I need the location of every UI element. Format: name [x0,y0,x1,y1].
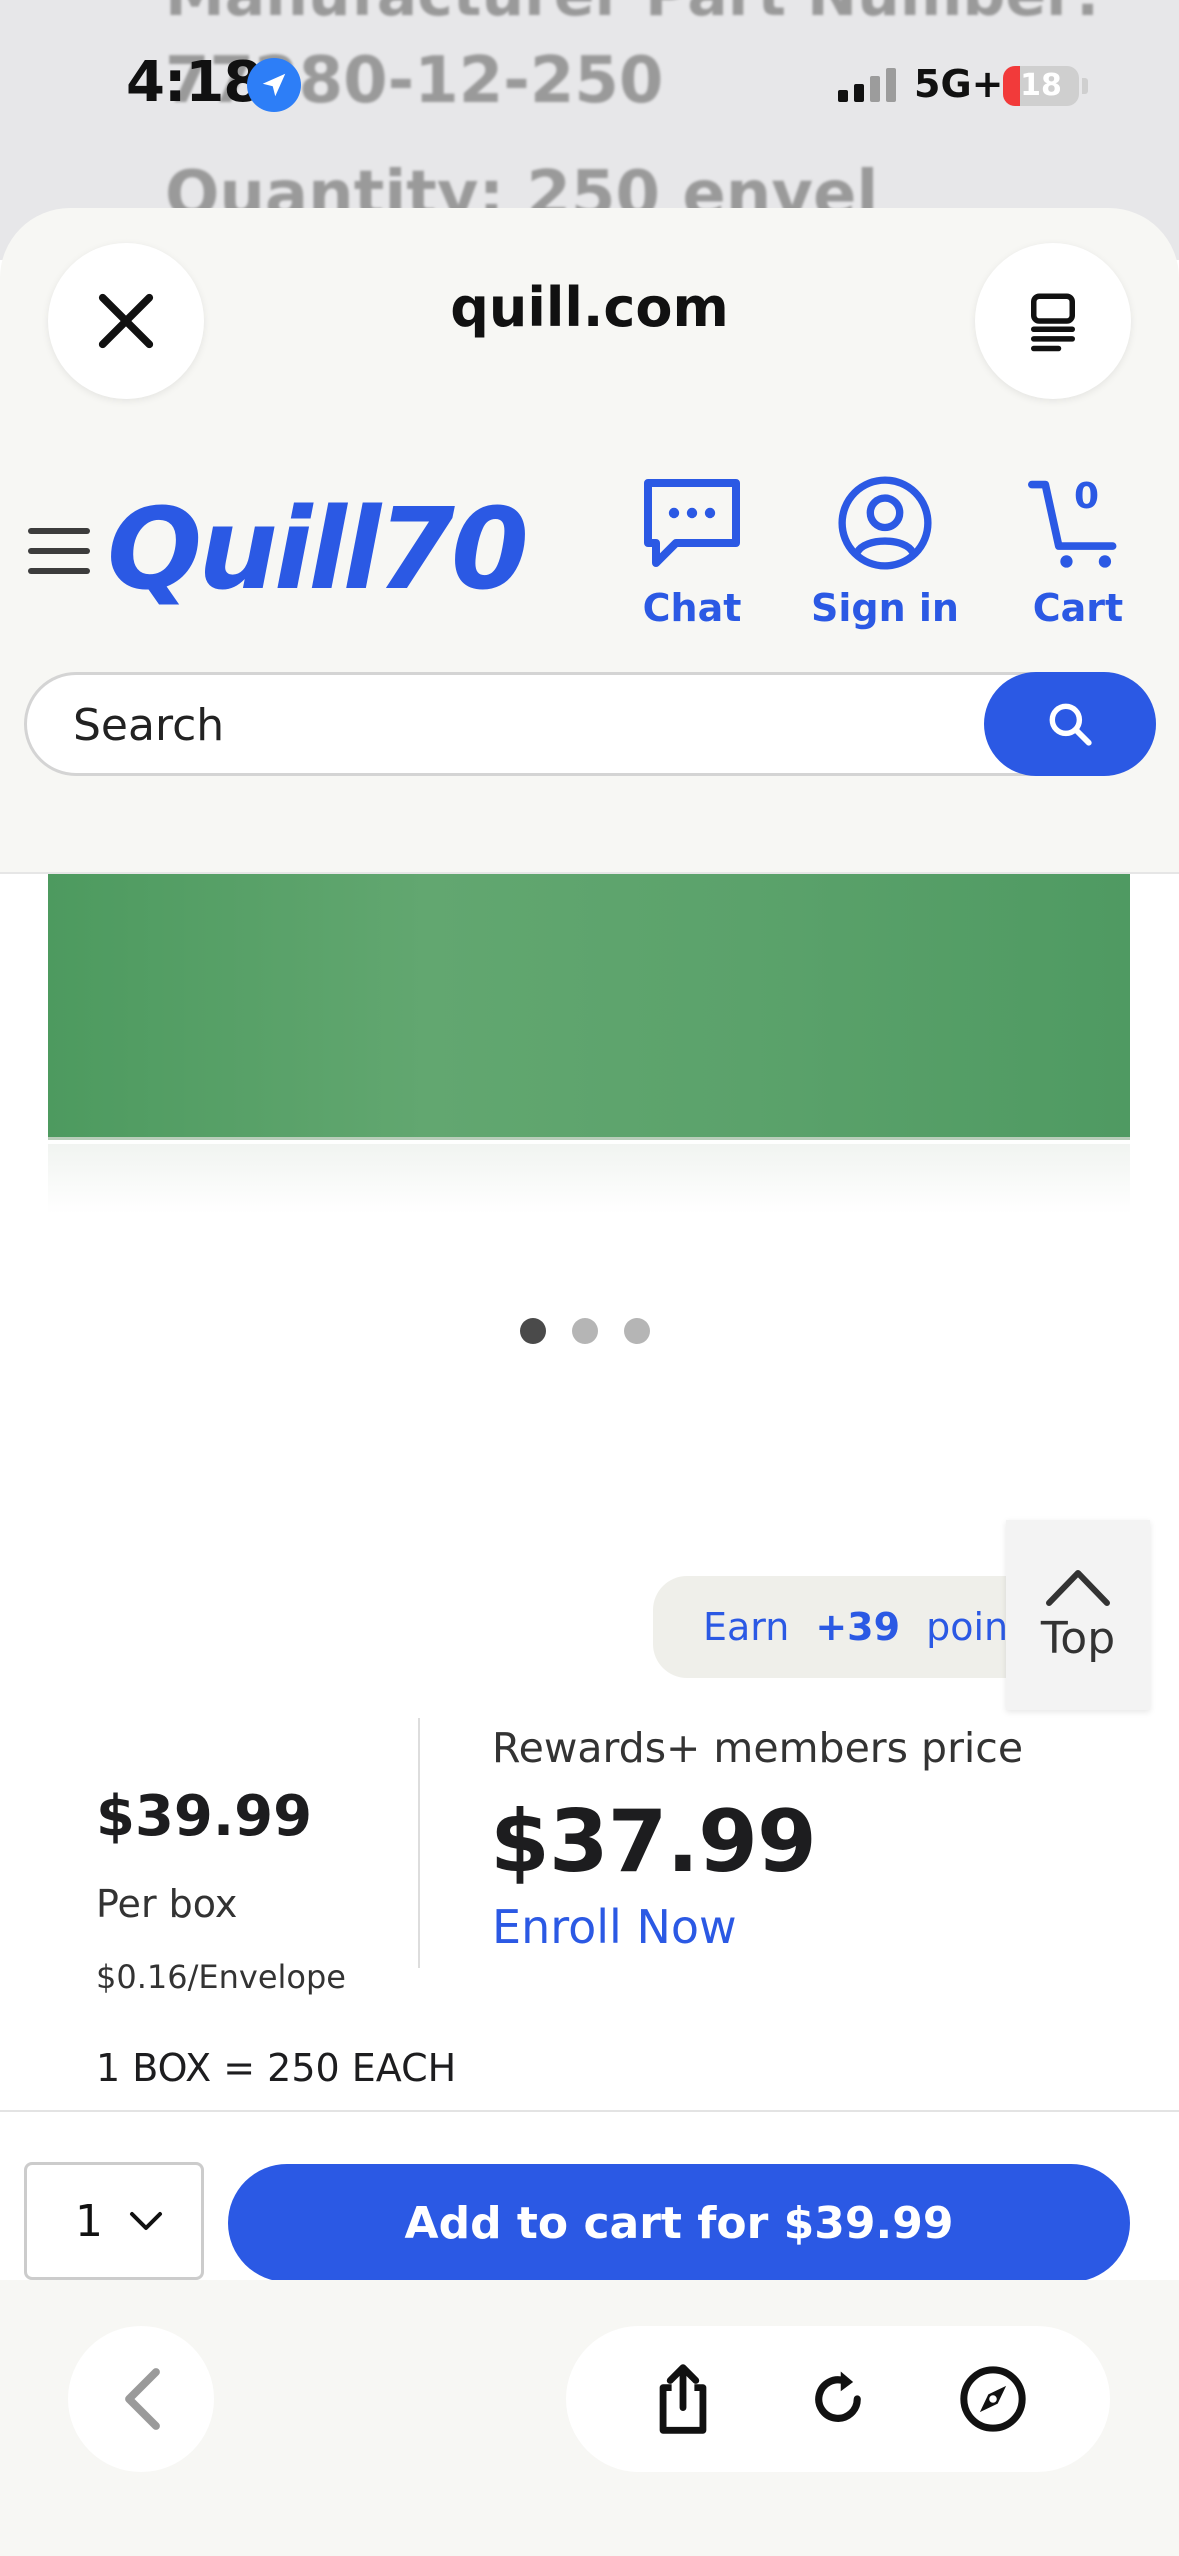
search-icon [1049,703,1092,746]
chat-label: Chat [642,586,742,630]
network-type: 5G+ [914,62,1004,106]
reader-mode-button[interactable] [975,243,1131,399]
logo-text: Quill70 [107,485,529,615]
unit-price: $0.16/Envelope [96,1958,346,1996]
search-button[interactable] [984,672,1156,776]
gallery-dots [520,1318,650,1344]
earn-label: Earn [703,1605,790,1649]
enroll-now-link[interactable]: Enroll Now [492,1900,737,1954]
add-to-cart-button[interactable]: Add to cart for $39.99 [228,2164,1130,2282]
cart-count: 0 [1074,476,1100,517]
price: $39.99 [96,1784,313,1849]
gallery-dot[interactable] [624,1318,650,1344]
chat-icon [644,479,740,567]
status-time: 4:18 [126,50,262,115]
cart-button[interactable]: 0 Cart [1018,474,1138,630]
per-box-label: Per box [96,1882,238,1926]
price-block: $39.99 Per box $0.16/Envelope Rewards+ m… [0,1710,1179,2090]
gallery-dot[interactable] [520,1318,546,1344]
toolbar-actions [566,2326,1110,2472]
chat-button[interactable]: Chat [632,474,752,630]
product-image-shadow [48,1144,1130,1214]
rewards-points-badge: Earn +39 points [653,1576,1053,1678]
search-input[interactable] [73,697,953,753]
share-icon [659,2364,707,2434]
share-button[interactable] [643,2359,723,2439]
quantity-value: 1 [75,2195,103,2247]
quantity-select[interactable]: 1 [24,2162,204,2280]
search-bar [24,672,1156,776]
cart-label: Cart [1032,586,1124,630]
user-icon [838,476,932,570]
price-divider [418,1718,420,1968]
product-image[interactable] [48,874,1130,1140]
battery-tip [1082,78,1088,94]
sign-in-button[interactable]: Sign in [805,474,965,630]
members-price-label: Rewards+ members price [492,1724,1024,1772]
top-label: Top [1040,1612,1116,1664]
status-bar: 4:18 5G+ 18 [0,0,1179,170]
location-arrow-icon [247,58,301,112]
reader-icon [1031,293,1075,352]
scroll-to-top-button[interactable]: Top [1006,1520,1150,1710]
browser-toolbar [0,2280,1179,2556]
box-quantity: 1 BOX = 250 EACH [96,2046,457,2090]
cellular-signal-icon [838,68,896,102]
earn-points: +39 [815,1605,901,1649]
back-button[interactable] [68,2326,214,2472]
gallery-dot[interactable] [572,1318,598,1344]
safari-compass-button[interactable] [953,2359,1033,2439]
chevron-down-icon [130,2212,162,2230]
chevron-left-icon [125,2368,160,2430]
sheet-header: quill.com [0,208,1179,408]
battery-level: 18 [1020,68,1062,103]
members-price: $37.99 [490,1792,817,1892]
sign-in-label: Sign in [811,586,959,630]
add-to-cart-bar: 1 Add to cart for $39.99 [0,2110,1179,2282]
quill-logo[interactable]: Quill70 [107,485,529,615]
reload-icon [815,2371,861,2422]
chevron-up-icon [1046,1569,1110,1606]
battery-icon: 18 [1003,66,1079,106]
reload-button[interactable] [798,2359,878,2439]
menu-icon[interactable] [28,528,90,574]
site-header: Quill70 Chat Sign in 0 Cart [0,448,1179,868]
compass-icon [959,2366,1026,2432]
